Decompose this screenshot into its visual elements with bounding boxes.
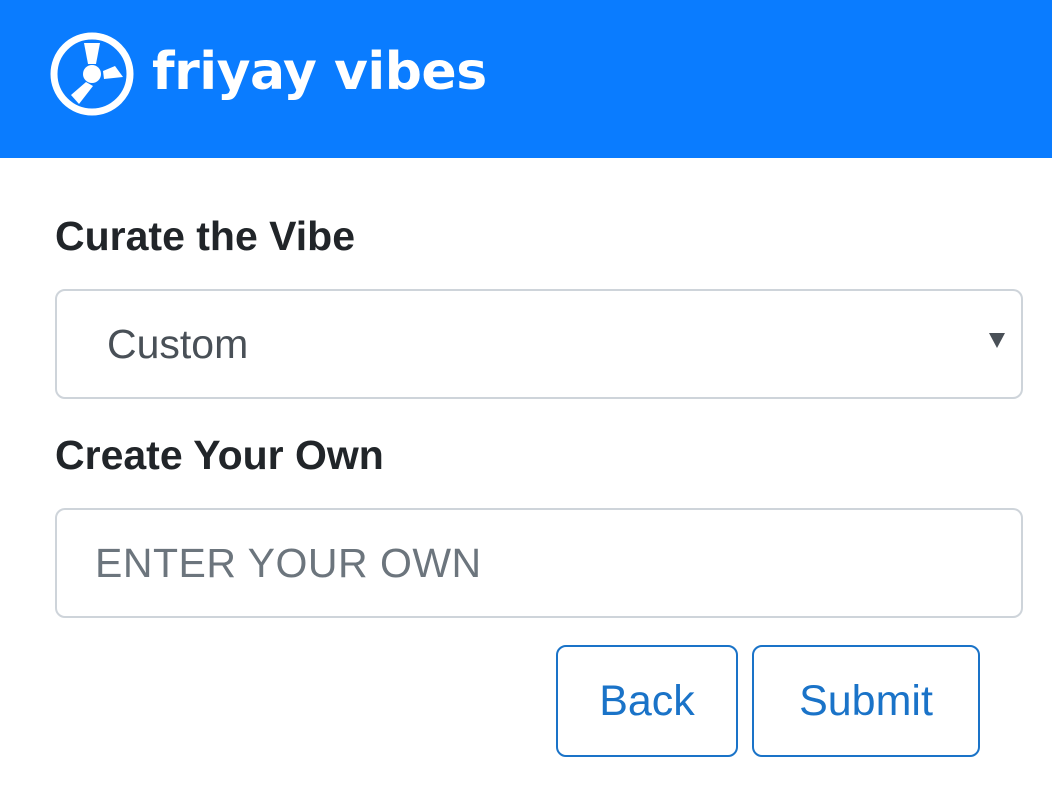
create-own-label: Create Your Own [55,432,384,478]
app-header: friyay vibes [0,0,1052,158]
custom-vibe-input[interactable]: ENTER YOUR OWN [55,508,1023,618]
submit-button[interactable]: Submit [752,645,980,757]
vibe-select[interactable]: Custom [55,289,1023,399]
vibe-select-value: Custom [107,321,249,367]
back-button[interactable]: Back [556,645,738,757]
custom-vibe-placeholder: ENTER YOUR OWN [95,540,482,586]
curate-vibe-label: Curate the Vibe [55,213,355,259]
fan-icon [50,32,134,116]
chevron-down-icon [989,333,1005,348]
brand-name: friyay vibes [152,42,487,102]
